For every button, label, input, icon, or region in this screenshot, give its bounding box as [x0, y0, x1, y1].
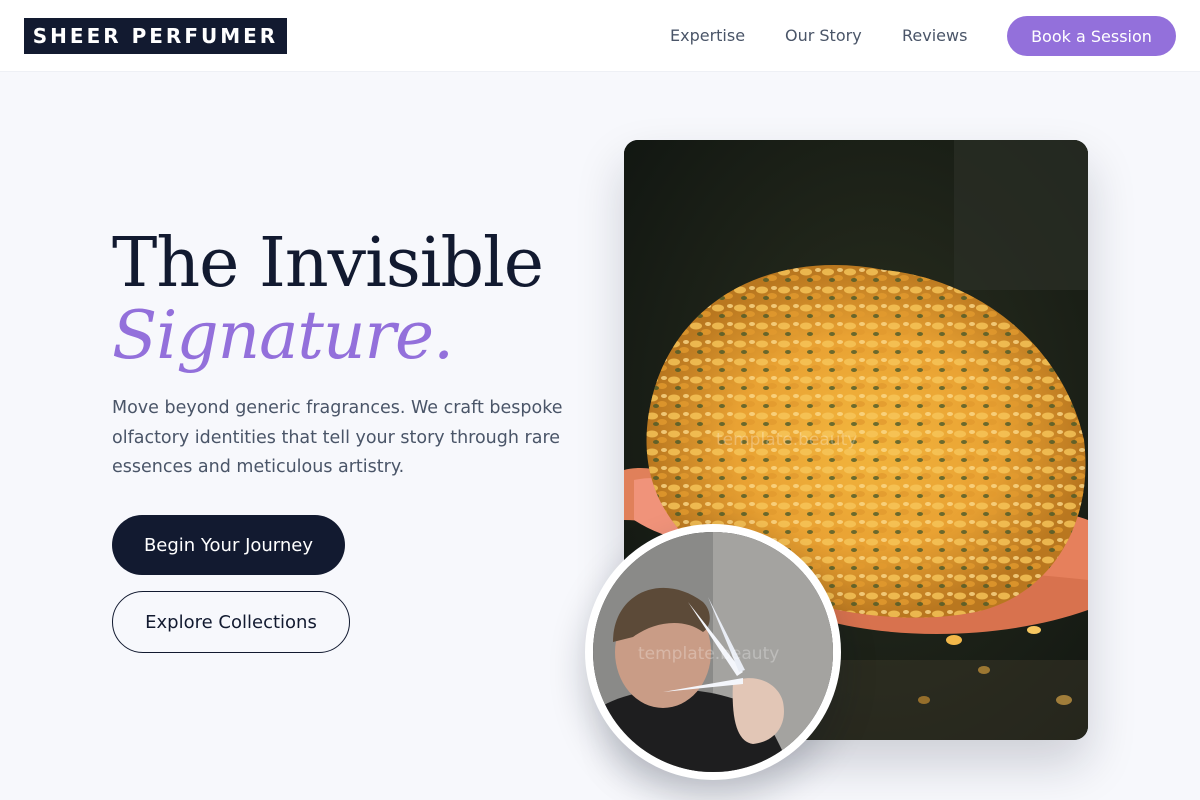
hero-description: Move beyond generic fragrances. We craft… — [112, 398, 563, 477]
perfumer-portrait-image: template.beauty — [593, 532, 833, 772]
nav-link-our-story[interactable]: Our Story — [785, 24, 862, 48]
nav-link-expertise[interactable]: Expertise — [670, 24, 745, 48]
nav-link-reviews[interactable]: Reviews — [902, 24, 967, 48]
portrait-watermark: template.beauty — [638, 644, 780, 664]
explore-collections-button[interactable]: Explore Collections — [112, 591, 350, 653]
perfumer-portrait-frame: template.beauty — [585, 524, 841, 780]
site-header: SHEER PERFUMER Expertise Our Story Revie… — [0, 0, 1200, 72]
site-logo[interactable]: SHEER PERFUMER — [24, 18, 287, 54]
hero-title: The Invisible — [112, 224, 544, 303]
hero-title-accent: Signature. — [112, 297, 454, 374]
begin-journey-button[interactable]: Begin Your Journey — [112, 515, 345, 575]
image-watermark: template.beauty — [716, 430, 858, 450]
book-session-button[interactable]: Book a Session — [1007, 16, 1176, 56]
